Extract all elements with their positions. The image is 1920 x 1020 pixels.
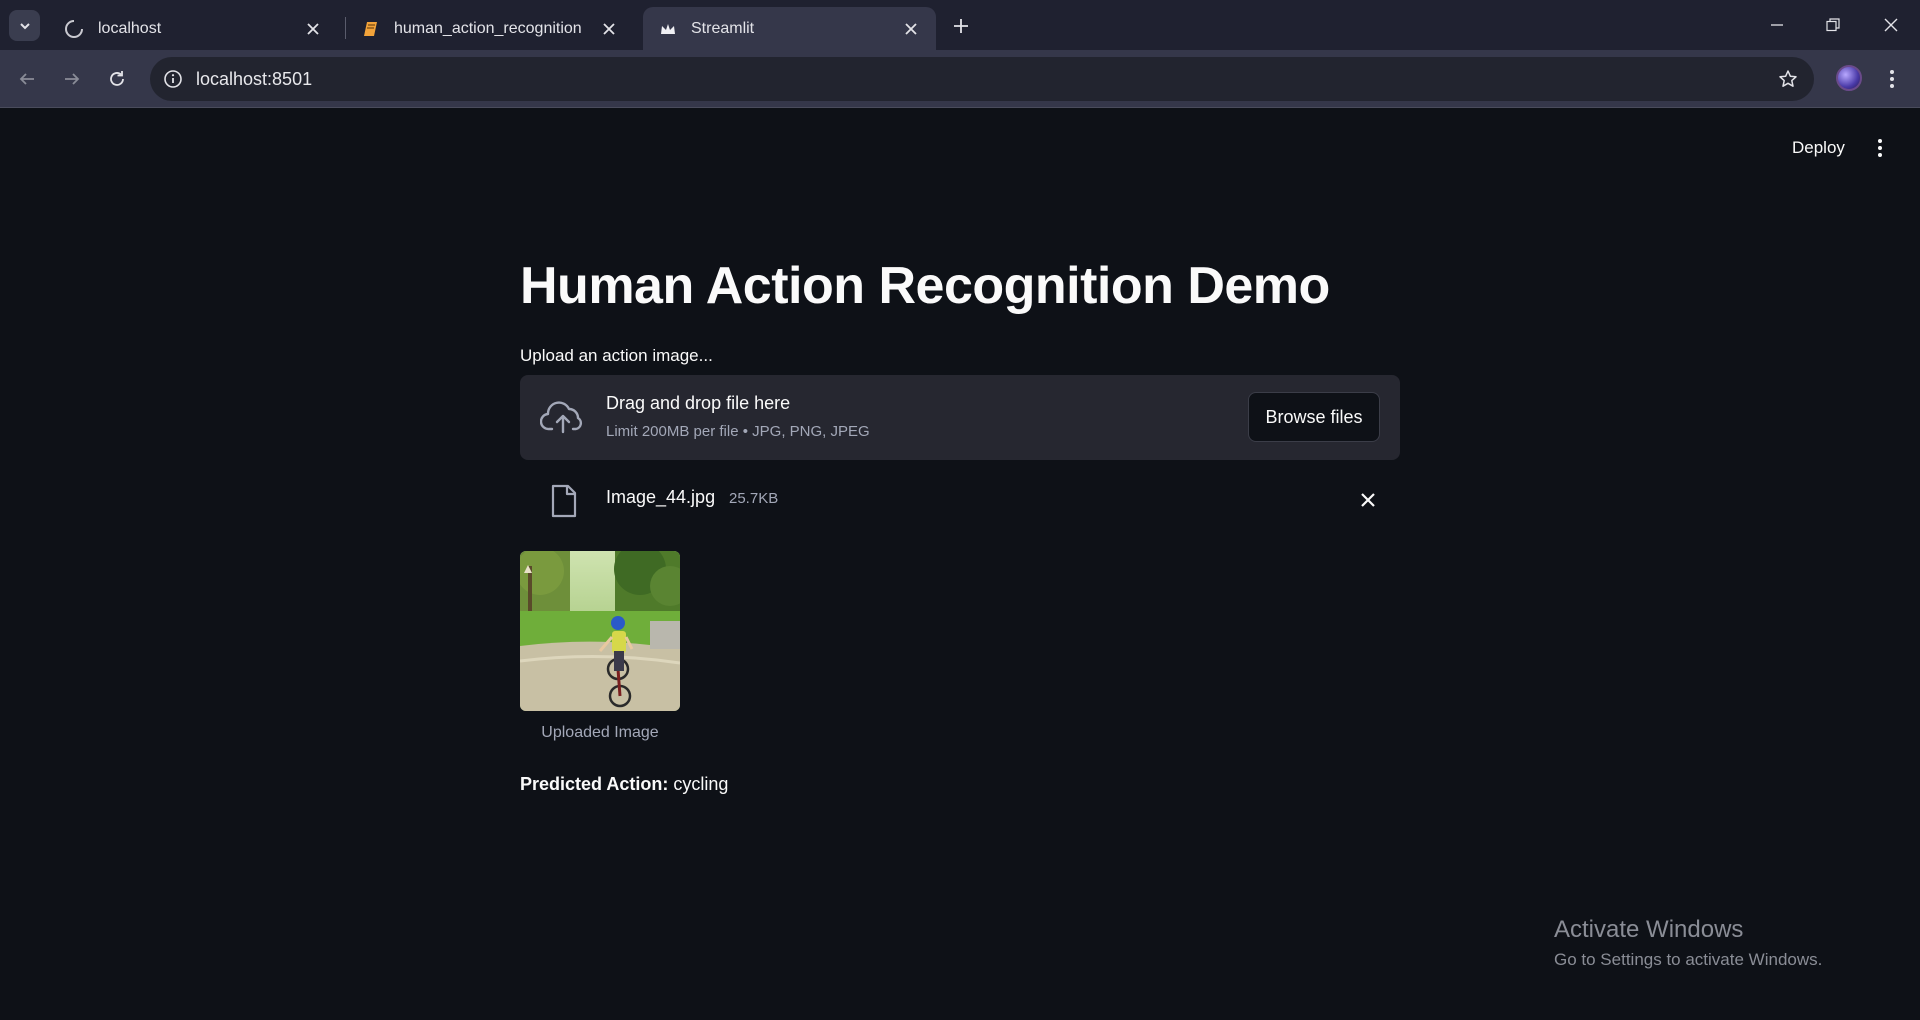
file-icon: [551, 484, 577, 518]
close-icon[interactable]: [900, 18, 922, 40]
more-vertical-icon: [1890, 70, 1894, 88]
reload-icon: [110, 71, 124, 86]
new-tab-button[interactable]: [948, 13, 974, 39]
dropzone-limit-text: Limit 200MB per file • JPG, PNG, JPEG: [606, 423, 870, 440]
chevron-down-icon: [19, 22, 30, 29]
url-text[interactable]: localhost:8501: [196, 69, 312, 90]
restore-button[interactable]: [1818, 12, 1848, 38]
close-icon: [1361, 493, 1375, 507]
tab-human-action-recognition[interactable]: human_action_recognition: [346, 7, 634, 50]
close-window-button[interactable]: [1876, 12, 1906, 38]
file-name: Image_44.jpg: [606, 487, 716, 507]
streamlit-crown-icon: [661, 23, 675, 34]
browser-menu-button[interactable]: [1882, 64, 1902, 94]
activate-windows-watermark: Activate Windows Go to Settings to activ…: [1554, 916, 1822, 970]
upload-label: Upload an action image...: [520, 346, 713, 365]
tab-title: human_action_recognition: [394, 19, 582, 37]
forward-button[interactable]: [57, 64, 87, 94]
prediction-value: cycling: [673, 774, 729, 794]
uploaded-file-row: Image_44.jpg 25.7KB: [520, 478, 1400, 528]
activate-windows-subtitle: Go to Settings to activate Windows.: [1554, 950, 1823, 969]
page-title: Human Action Recognition Demo: [520, 257, 1330, 315]
prediction-result: Predicted Action: cycling: [520, 774, 728, 795]
dropzone-title: Drag and drop file here: [606, 393, 791, 413]
tab-title: Streamlit: [691, 19, 755, 37]
arrow-left-icon: [19, 73, 34, 85]
plus-icon: [954, 19, 968, 33]
minimize-button[interactable]: [1762, 12, 1792, 38]
uploaded-image: [520, 551, 680, 711]
close-icon[interactable]: [302, 18, 324, 40]
reload-button[interactable]: [102, 64, 132, 94]
more-vertical-icon: [1878, 139, 1882, 157]
file-size: 25.7KB: [729, 490, 779, 507]
restore-icon: [1826, 18, 1840, 32]
prediction-label: Predicted Action:: [520, 774, 669, 794]
deploy-button[interactable]: Deploy: [1784, 134, 1853, 162]
bookmark-star-icon[interactable]: [1776, 67, 1800, 91]
cloud-upload-icon: [540, 401, 583, 434]
address-bar[interactable]: localhost:8501: [150, 57, 1814, 101]
browser-tab-strip: localhost human_action_recognition Strea…: [0, 0, 1920, 50]
profile-avatar[interactable]: [1836, 65, 1862, 91]
arrow-right-icon: [65, 73, 80, 85]
remove-file-button[interactable]: [1356, 488, 1380, 512]
tab-streamlit[interactable]: Streamlit: [643, 7, 936, 50]
tab-localhost[interactable]: localhost: [48, 7, 338, 50]
image-caption: Uploaded Image: [541, 724, 659, 741]
close-icon[interactable]: [598, 18, 620, 40]
tab-search-button[interactable]: [9, 10, 40, 41]
activate-windows-title: Activate Windows: [1554, 916, 1744, 943]
minimize-icon: [1771, 24, 1783, 26]
browse-files-button[interactable]: Browse files: [1248, 392, 1380, 442]
browser-toolbar: localhost:8501: [0, 50, 1920, 108]
close-icon: [1884, 18, 1898, 32]
loading-spinner-icon: [65, 19, 83, 38]
file-dropzone[interactable]: Drag and drop file here Limit 200MB per …: [520, 375, 1400, 460]
back-button[interactable]: [12, 64, 42, 94]
notebook-icon: [364, 21, 377, 36]
app-menu-button[interactable]: [1868, 134, 1892, 162]
site-info-icon[interactable]: [160, 66, 186, 92]
tab-title: localhost: [98, 19, 162, 37]
streamlit-app: Deploy Human Action Recognition Demo Upl…: [0, 108, 1920, 1020]
